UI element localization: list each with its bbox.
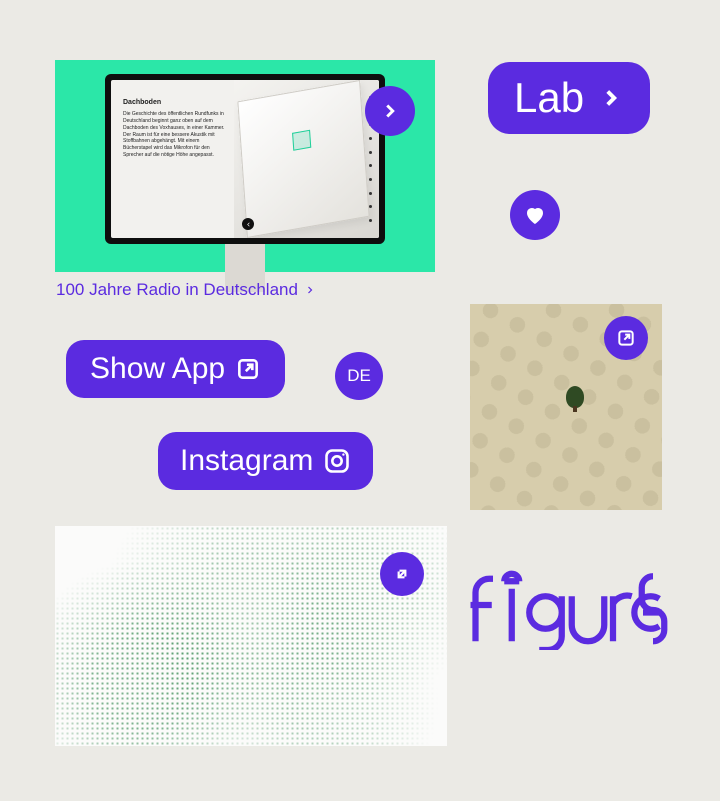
tree-icon (566, 386, 584, 408)
figures-logotype (468, 560, 668, 650)
chevron-right-icon (379, 100, 401, 122)
show-app-label: Show App (90, 352, 225, 386)
instagram-button[interactable]: Instagram (158, 432, 373, 490)
like-button[interactable] (510, 190, 560, 240)
chevron-right-icon (598, 85, 624, 111)
chevron-left-icon (245, 221, 252, 228)
isometric-room (238, 80, 370, 238)
expand-icon (392, 564, 412, 584)
external-link-icon (235, 356, 261, 382)
monitor-frame: Dachboden Die Geschichte des öffentliche… (105, 74, 385, 244)
monitor-screen: Dachboden Die Geschichte des öffentliche… (111, 80, 379, 238)
monitor-heading: Dachboden (123, 98, 228, 107)
next-project-button[interactable] (365, 86, 415, 136)
project-caption-text: 100 Jahre Radio in Deutschland (56, 280, 298, 300)
instagram-icon (323, 447, 351, 475)
lab-button[interactable]: Lab (488, 62, 650, 134)
project-caption-link[interactable]: 100 Jahre Radio in Deutschland (56, 280, 316, 300)
external-link-icon (616, 328, 636, 348)
heart-icon (523, 203, 547, 227)
lab-label: Lab (514, 74, 584, 122)
language-label: DE (347, 366, 371, 386)
open-forest-button[interactable] (604, 316, 648, 360)
isometric-highlight (292, 130, 311, 151)
chevron-right-icon (304, 284, 316, 296)
expand-dotmap-button[interactable] (380, 552, 424, 596)
monitor-text-panel: Dachboden Die Geschichte des öffentliche… (111, 80, 234, 238)
show-app-button[interactable]: Show App (66, 340, 285, 398)
instagram-label: Instagram (180, 444, 313, 478)
monitor-3d-view (234, 80, 379, 238)
language-button[interactable]: DE (335, 352, 383, 400)
monitor-body: Die Geschichte des öffentlichen Rundfunk… (123, 111, 228, 158)
